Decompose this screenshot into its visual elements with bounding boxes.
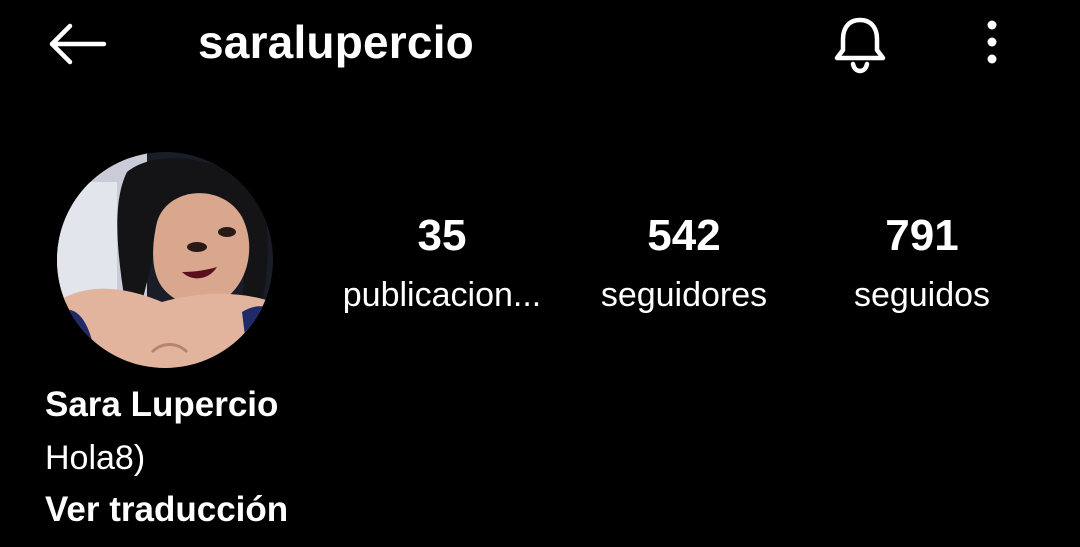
- more-options-button[interactable]: [966, 12, 1018, 72]
- notifications-button[interactable]: [826, 12, 894, 76]
- profile-username: saralupercio: [198, 16, 474, 68]
- following-stat[interactable]: 791 seguidos: [802, 205, 1042, 323]
- followers-count: 542: [647, 211, 721, 260]
- bio-text: Hola8): [45, 439, 146, 477]
- followers-label: seguidores: [600, 276, 768, 314]
- avatar[interactable]: [57, 152, 273, 368]
- following-count: 791: [885, 211, 959, 260]
- top-bar: saralupercio: [0, 0, 1080, 85]
- see-translation-link[interactable]: Ver traducción: [45, 488, 288, 532]
- posts-stat[interactable]: 35 publicacion...: [322, 205, 562, 323]
- bell-icon: [834, 17, 886, 74]
- posts-label: publicacion...: [342, 276, 542, 314]
- vertical-dots-icon: [987, 20, 997, 64]
- posts-count: 35: [417, 211, 467, 260]
- arrow-left-icon: [49, 23, 107, 65]
- following-label: seguidos: [853, 276, 991, 314]
- followers-stat[interactable]: 542 seguidores: [564, 205, 804, 323]
- profile-photo: [57, 152, 273, 368]
- display-name: Sara Lupercio: [45, 385, 279, 424]
- back-button[interactable]: [40, 18, 112, 70]
